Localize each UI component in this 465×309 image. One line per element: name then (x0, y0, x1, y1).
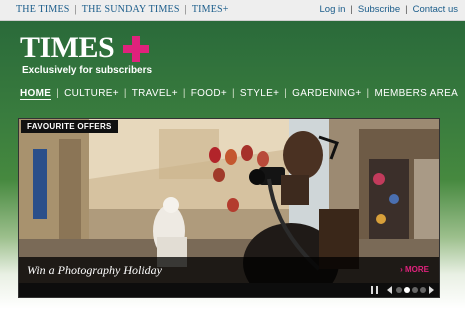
featured-offer-slideshow[interactable]: FAVOURITE OFFERS Win a Photography Holid… (18, 118, 440, 298)
login-link[interactable]: Log in (320, 4, 346, 15)
slide-caption[interactable]: Win a Photography Holiday (27, 263, 162, 278)
nav-item-members-area[interactable]: MEMBERS AREA (374, 88, 458, 99)
slide-dot[interactable] (420, 287, 426, 293)
nav-separator: | (284, 88, 288, 99)
plus-icon (123, 36, 149, 62)
separator: | (74, 4, 77, 15)
next-arrow-icon[interactable] (429, 286, 434, 294)
times-plus-logo[interactable]: TIMES (20, 31, 149, 64)
nav-separator: | (56, 88, 60, 99)
nav-item-culture[interactable]: CULTURE+ (64, 88, 119, 99)
slideshow-controls (19, 283, 439, 297)
nav-item-gardening[interactable]: GARDENING+ (292, 88, 361, 99)
caption-bar: Win a Photography Holiday › MORE (19, 257, 439, 283)
separator: | (184, 4, 187, 15)
more-link[interactable]: › MORE (400, 265, 429, 274)
logo-tagline: Exclusively for subscribers (22, 65, 153, 76)
nav-item-travel[interactable]: TRAVEL+ (132, 88, 178, 99)
separator: | (350, 4, 353, 15)
pause-icon[interactable] (371, 286, 379, 294)
account-links: Log in | Subscribe | Contact us (320, 4, 459, 15)
nav-item-food[interactable]: FOOD+ (191, 88, 227, 99)
prev-arrow-icon[interactable] (387, 286, 392, 294)
favourite-offers-badge: FAVOURITE OFFERS (21, 120, 118, 133)
logo-word: TIMES (20, 31, 115, 64)
nav-item-home[interactable]: HOME (20, 88, 52, 100)
nav-item-style[interactable]: STYLE+ (240, 88, 279, 99)
nav-separator: | (182, 88, 186, 99)
top-utility-bar: THE TIMES | THE SUNDAY TIMES | TIMES+ Log in… (0, 0, 465, 21)
link-times-plus[interactable]: TIMES+ (192, 4, 229, 15)
publication-links: THE TIMES | THE SUNDAY TIMES | TIMES+ (16, 4, 229, 15)
main-nav: HOME | CULTURE+ | TRAVEL+ | FOOD+ | STYLE+ | GARDE… (20, 88, 458, 100)
slide-dot[interactable] (404, 287, 410, 293)
slide-dot[interactable] (412, 287, 418, 293)
link-the-sunday-times[interactable]: THE SUNDAY TIMES (82, 4, 180, 15)
slide-dot[interactable] (396, 287, 402, 293)
separator: | (405, 4, 408, 15)
subscribe-link[interactable]: Subscribe (358, 4, 400, 15)
nav-separator: | (123, 88, 127, 99)
contact-us-link[interactable]: Contact us (413, 4, 458, 15)
nav-separator: | (366, 88, 370, 99)
link-the-times[interactable]: THE TIMES (16, 4, 70, 15)
nav-separator: | (232, 88, 235, 99)
